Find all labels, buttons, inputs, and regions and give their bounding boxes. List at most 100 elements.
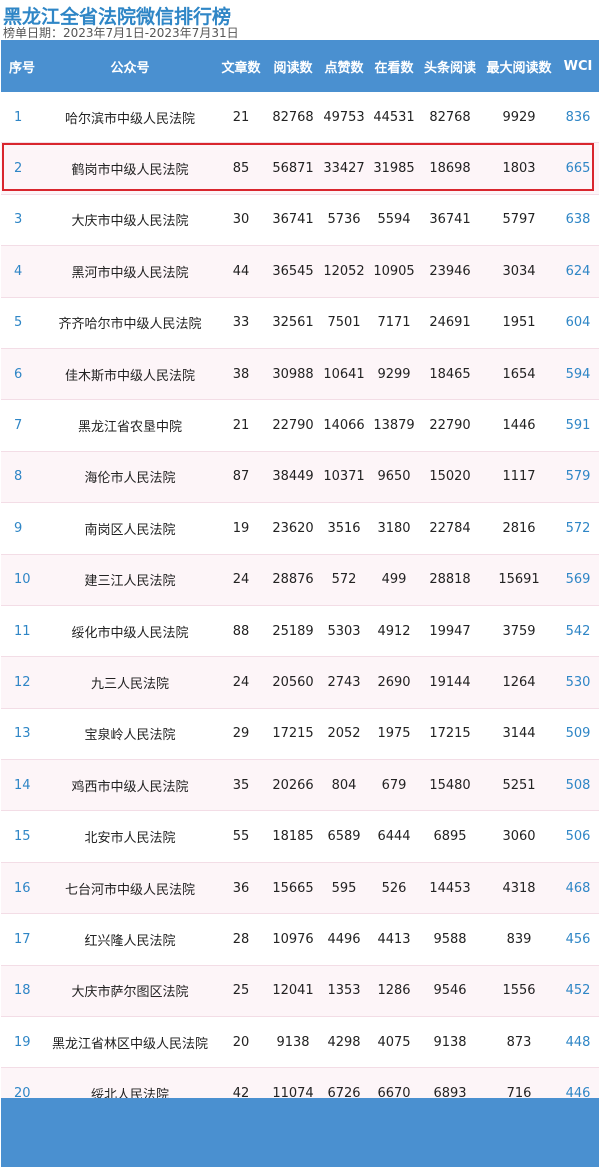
- headline-reads-cell: 19947: [419, 605, 481, 658]
- table-row: 12 九三人民法院 24 20560 2743 2690 19144 1264 530: [1, 656, 599, 709]
- table-row: 19 黑龙江省林区中级人民法院 20 9138 4298 4075 9138 873 448: [1, 1016, 599, 1069]
- articles-cell: 19: [215, 502, 267, 555]
- account-name-cell: 七台河市中级人民法院: [45, 862, 215, 915]
- wci-cell: 448: [557, 1016, 599, 1069]
- rank-cell: 3: [1, 194, 45, 247]
- rank-cell: 6: [1, 348, 45, 401]
- rank-cell: 5: [1, 297, 45, 349]
- rank-cell: 16: [1, 862, 45, 915]
- table-row: 8 海伦市人民法院 87 38449 10371 9650 15020 1117 579: [1, 451, 599, 504]
- max-reads-cell: 9929: [481, 92, 557, 144]
- account-name-cell: 宝泉岭人民法院: [45, 708, 215, 761]
- reads-cell: 18185: [267, 810, 319, 863]
- reads-cell: 32561: [267, 297, 319, 349]
- table-row: 1 哈尔滨市中级人民法院 21 82768 49753 44531 82768 9929 836: [1, 92, 599, 144]
- rank-cell: 11: [1, 605, 45, 658]
- reads-cell: 15665: [267, 862, 319, 915]
- watching-cell: 679: [369, 759, 419, 812]
- max-reads-cell: 1951: [481, 297, 557, 349]
- articles-cell: 29: [215, 708, 267, 761]
- table-row: 2 鹤岗市中级人民法院 85 56871 33427 31985 18698 1803 665: [1, 142, 599, 195]
- wci-cell: 530: [557, 656, 599, 709]
- watching-cell: 7171: [369, 297, 419, 349]
- likes-cell: 2052: [319, 708, 369, 761]
- headline-reads-cell: 17215: [419, 708, 481, 761]
- account-name-cell: 哈尔滨市中级人民法院: [45, 92, 215, 144]
- articles-cell: 20: [215, 1016, 267, 1069]
- account-name-cell: 北安市人民法院: [45, 810, 215, 863]
- max-reads-cell: 1446: [481, 399, 557, 452]
- table-row: 6 佳木斯市中级人民法院 38 30988 10641 9299 18465 1654 594: [1, 348, 599, 401]
- watching-cell: 4413: [369, 913, 419, 966]
- watching-cell: 31985: [369, 142, 419, 195]
- headline-reads-cell: 15480: [419, 759, 481, 812]
- watching-cell: 44531: [369, 92, 419, 144]
- headline-reads-cell: 9588: [419, 913, 481, 966]
- reads-cell: 10976: [267, 913, 319, 966]
- headline-reads-cell: 23946: [419, 245, 481, 298]
- articles-cell: 38: [215, 348, 267, 401]
- account-name-cell: 南岗区人民法院: [45, 502, 215, 555]
- max-reads-cell: 1117: [481, 451, 557, 504]
- likes-cell: 33427: [319, 142, 369, 195]
- rank-cell: 15: [1, 810, 45, 863]
- likes-cell: 7501: [319, 297, 369, 349]
- reads-cell: 38449: [267, 451, 319, 504]
- column-header-max-reads: 最大阅读数: [481, 40, 557, 92]
- rank-cell: 2: [1, 142, 45, 195]
- headline-reads-cell: 19144: [419, 656, 481, 709]
- max-reads-cell: 3759: [481, 605, 557, 658]
- likes-cell: 49753: [319, 92, 369, 144]
- max-reads-cell: 15691: [481, 554, 557, 606]
- articles-cell: 25: [215, 965, 267, 1018]
- wci-cell: 542: [557, 605, 599, 658]
- reads-cell: 36741: [267, 194, 319, 247]
- table-row: 15 北安市人民法院 55 18185 6589 6444 6895 3060 506: [1, 810, 599, 863]
- likes-cell: 3516: [319, 502, 369, 555]
- wci-cell: 506: [557, 810, 599, 863]
- articles-cell: 35: [215, 759, 267, 812]
- watching-cell: 4912: [369, 605, 419, 658]
- wci-cell: 456: [557, 913, 599, 966]
- account-name-cell: 红兴隆人民法院: [45, 913, 215, 966]
- likes-cell: 10641: [319, 348, 369, 401]
- reads-cell: 82768: [267, 92, 319, 144]
- table-row: 18 大庆市萨尔图区法院 25 12041 1353 1286 9546 1556 452: [1, 965, 599, 1018]
- account-name-cell: 佳木斯市中级人民法院: [45, 348, 215, 401]
- watching-cell: 526: [369, 862, 419, 915]
- account-name-cell: 建三江人民法院: [45, 554, 215, 606]
- table-row: 13 宝泉岭人民法院 29 17215 2052 1975 17215 3144 509: [1, 708, 599, 761]
- likes-cell: 10371: [319, 451, 369, 504]
- date-range: 榜单日期：2023年7月1日-2023年7月31日: [3, 26, 239, 40]
- wci-cell: 509: [557, 708, 599, 761]
- wci-cell: 572: [557, 502, 599, 555]
- articles-cell: 88: [215, 605, 267, 658]
- articles-cell: 36: [215, 862, 267, 915]
- table-header-row: 序号 公众号 文章数 阅读数 点赞数 在看数 头条阅读 最大阅读数 WCI: [1, 40, 599, 92]
- column-header-headline-reads: 头条阅读: [419, 40, 481, 92]
- likes-cell: 14066: [319, 399, 369, 452]
- account-name-cell: 大庆市萨尔图区法院: [45, 965, 215, 1018]
- wci-cell: 604: [557, 297, 599, 349]
- likes-cell: 804: [319, 759, 369, 812]
- headline-reads-cell: 28818: [419, 554, 481, 606]
- articles-cell: 21: [215, 399, 267, 452]
- wci-cell: 579: [557, 451, 599, 504]
- max-reads-cell: 4318: [481, 862, 557, 915]
- table-row: 3 大庆市中级人民法院 30 36741 5736 5594 36741 5797 638: [1, 194, 599, 247]
- table-row: 7 黑龙江省农垦中院 21 22790 14066 13879 22790 1446 591: [1, 399, 599, 452]
- likes-cell: 4298: [319, 1016, 369, 1069]
- watching-cell: 5594: [369, 194, 419, 247]
- column-header-wci: WCI: [557, 40, 599, 92]
- likes-cell: 5736: [319, 194, 369, 247]
- reads-cell: 56871: [267, 142, 319, 195]
- ranking-table: 序号 公众号 文章数 阅读数 点赞数 在看数 头条阅读 最大阅读数 WCI 1哈…: [1, 40, 599, 1120]
- articles-cell: 33: [215, 297, 267, 349]
- likes-cell: 5303: [319, 605, 369, 658]
- account-name-cell: 黑龙江省农垦中院: [45, 399, 215, 452]
- articles-cell: 28: [215, 913, 267, 966]
- reads-cell: 28876: [267, 554, 319, 606]
- reads-cell: 22790: [267, 399, 319, 452]
- watching-cell: 9299: [369, 348, 419, 401]
- headline-reads-cell: 36741: [419, 194, 481, 247]
